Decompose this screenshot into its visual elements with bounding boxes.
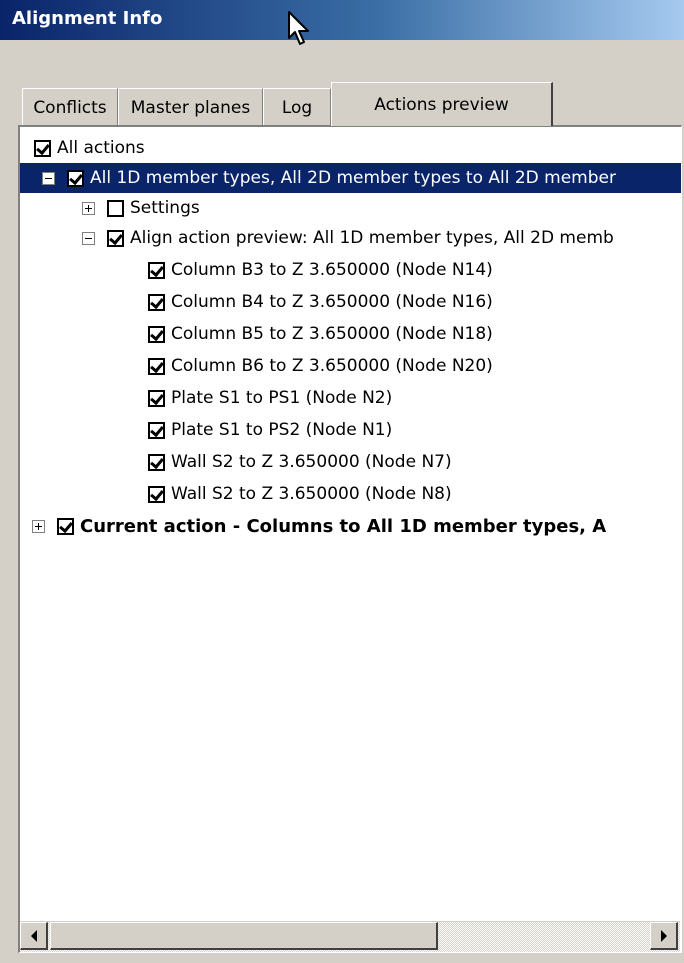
tree-label: Align action preview: All 1D member type… — [130, 228, 614, 248]
horizontal-scrollbar[interactable] — [20, 921, 680, 952]
tree-label: All 1D member types, All 2D member types… — [90, 168, 616, 188]
tree-row-item[interactable]: Column B5 to Z 3.650000 (Node N18) — [148, 319, 493, 349]
checkbox-checked-icon[interactable] — [148, 453, 165, 471]
checkbox-checked-icon[interactable] — [107, 229, 124, 247]
checkbox-checked-icon[interactable] — [148, 325, 165, 343]
tree-row-settings[interactable]: Settings — [82, 193, 200, 223]
tree-item-label: Plate S1 to PS2 (Node N1) — [171, 420, 393, 440]
tree-item-label: Column B3 to Z 3.650000 (Node N14) — [171, 260, 493, 280]
tree-item-label: Wall S2 to Z 3.650000 (Node N7) — [171, 452, 452, 472]
tab-log[interactable]: Log — [263, 88, 331, 126]
minus-expander-icon[interactable] — [42, 171, 55, 185]
tree-row-item[interactable]: Wall S2 to Z 3.650000 (Node N8) — [148, 479, 452, 509]
checkbox-unchecked-icon[interactable] — [107, 199, 124, 217]
title-bar[interactable]: Alignment Info — [0, 0, 684, 40]
tree-row-item[interactable]: Wall S2 to Z 3.650000 (Node N7) — [148, 447, 452, 477]
tree-item-label: Column B4 to Z 3.650000 (Node N16) — [171, 292, 493, 312]
arrow-cursor-icon — [288, 11, 309, 45]
checkbox-checked-icon[interactable] — [148, 421, 165, 439]
checkbox-checked-icon[interactable] — [57, 517, 74, 535]
scroll-left-button[interactable] — [20, 922, 48, 950]
tab-conflicts[interactable]: Conflicts — [22, 88, 118, 126]
tree-row-item[interactable]: Plate S1 to PS2 (Node N1) — [148, 415, 392, 445]
tree-label: Settings — [130, 198, 200, 218]
tree-row-group-selected[interactable]: All 1D member types, All 2D member types… — [20, 163, 681, 193]
tree-item-label: Wall S2 to Z 3.650000 (Node N8) — [171, 484, 452, 504]
window-title: Alignment Info — [12, 8, 163, 29]
tree-label: All actions — [57, 138, 145, 158]
tree-item-label: Column B5 to Z 3.650000 (Node N18) — [171, 324, 493, 344]
tree-row-all-actions[interactable]: All actions — [34, 133, 145, 163]
checkbox-checked-icon[interactable] — [148, 293, 165, 311]
checkbox-checked-icon[interactable] — [34, 139, 51, 157]
plus-expander-icon[interactable] — [32, 519, 45, 533]
checkbox-checked-icon[interactable] — [148, 485, 165, 503]
arrow-left-icon — [30, 929, 37, 942]
checkbox-checked-icon[interactable] — [148, 357, 165, 375]
tree-row-item[interactable]: Plate S1 to PS1 (Node N2) — [148, 383, 392, 413]
tree-item-label: Column B6 to Z 3.650000 (Node N20) — [171, 356, 493, 376]
tree-row-item[interactable]: Column B3 to Z 3.650000 (Node N14) — [148, 255, 493, 285]
tree-row-align-preview[interactable]: Align action preview: All 1D member type… — [82, 223, 614, 253]
tab-label: Master planes — [130, 97, 251, 118]
checkbox-checked-icon[interactable] — [148, 389, 165, 407]
scroll-thumb[interactable] — [50, 922, 438, 950]
scroll-right-button[interactable] — [650, 922, 678, 950]
minus-expander-icon[interactable] — [82, 231, 95, 245]
actions-tree-panel: All actions All 1D member types, All 2D … — [18, 125, 682, 953]
arrow-right-icon — [660, 929, 667, 942]
tab-label: Actions preview — [374, 94, 509, 115]
checkbox-checked-icon[interactable] — [67, 169, 84, 187]
plus-expander-icon[interactable] — [82, 201, 95, 215]
checkbox-checked-icon[interactable] — [148, 261, 165, 279]
tab-master-planes[interactable]: Master planes — [118, 88, 263, 126]
tab-label: Conflicts — [33, 97, 107, 118]
tab-strip: Conflicts Master planes Log Actions prev… — [22, 82, 682, 126]
tree-row-item[interactable]: Column B6 to Z 3.650000 (Node N20) — [148, 351, 493, 381]
tree-row-item[interactable]: Column B4 to Z 3.650000 (Node N16) — [148, 287, 493, 317]
tree-label: Current action - Columns to All 1D membe… — [80, 515, 607, 537]
tab-label: Log — [281, 97, 313, 118]
tree-row-current-action[interactable]: Current action - Columns to All 1D membe… — [32, 511, 606, 541]
tab-actions-preview[interactable]: Actions preview — [331, 82, 553, 126]
tree-item-label: Plate S1 to PS1 (Node N2) — [171, 388, 393, 408]
